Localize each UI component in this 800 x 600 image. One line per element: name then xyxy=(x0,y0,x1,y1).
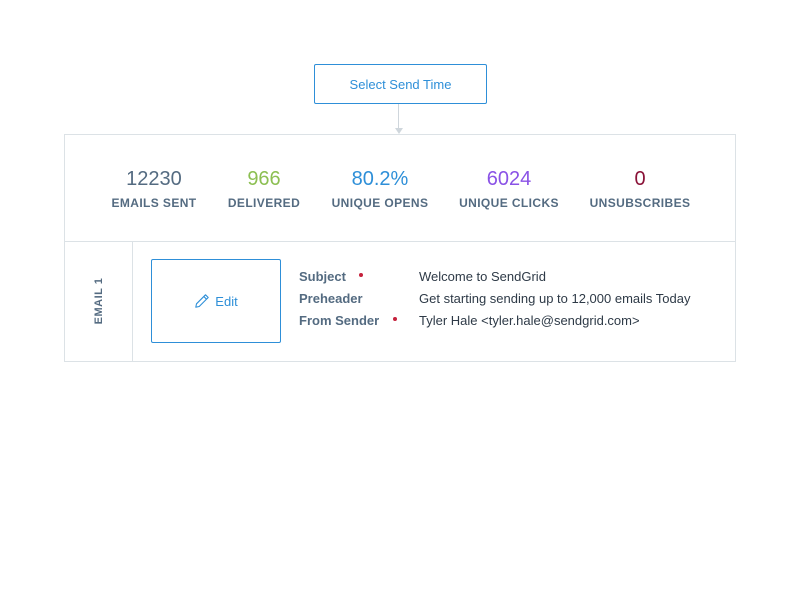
stat-value: 6024 xyxy=(486,168,532,190)
required-indicator xyxy=(359,273,363,277)
edit-email-button[interactable]: Edit xyxy=(151,259,281,343)
email-tab-label: EMAIL 1 xyxy=(93,277,105,325)
stat-value: 12230 xyxy=(126,168,182,190)
required-indicator xyxy=(393,317,397,321)
field-value: Tyler Hale <tyler.hale@sendgrid.com> xyxy=(419,313,640,328)
stat-unique-clicks: 6024 UNIQUE CLICKS xyxy=(459,167,559,210)
pencil-icon xyxy=(195,294,210,308)
stat-label: UNIQUE OPENS xyxy=(331,196,429,210)
select-send-time-button[interactable]: Select Send Time xyxy=(314,64,487,104)
stat-emails-sent: 12230 EMAILS SENT xyxy=(111,167,196,210)
page: Select Send Time 12230 EMAILS SENT 966 D… xyxy=(0,0,800,600)
stat-value: 966 xyxy=(247,168,281,190)
stat-label: DELIVERED xyxy=(227,196,301,210)
field-label: Preheader xyxy=(299,291,363,306)
stat-label: EMAILS SENT xyxy=(111,196,197,210)
stat-unique-opens: 80.2% UNIQUE OPENS xyxy=(332,167,429,210)
field-value: Welcome to SendGrid xyxy=(419,269,546,284)
stat-label: UNIQUE CLICKS xyxy=(459,196,559,210)
stat-label: UNSUBSCRIBES xyxy=(589,196,691,210)
field-label: Subject xyxy=(299,269,346,284)
stats-row: 12230 EMAILS SENT 966 DELIVERED 80.2% UN… xyxy=(65,135,735,242)
field-value: Get starting sending up to 12,000 emails… xyxy=(419,291,691,306)
stat-unsubscribes: 0 UNSUBSCRIBES xyxy=(590,167,691,210)
stat-delivered: 966 DELIVERED xyxy=(228,167,300,210)
edit-label: Edit xyxy=(215,293,238,309)
connector-line xyxy=(398,104,399,128)
stat-value: 0 xyxy=(634,168,646,190)
stat-value: 80.2% xyxy=(351,168,409,190)
email-tab: EMAIL 1 xyxy=(65,241,133,361)
field-label: From Sender xyxy=(299,313,380,328)
email-row: EMAIL 1 Edit Subject Welcome to SendGrid… xyxy=(65,241,735,361)
email-stats-card: 12230 EMAILS SENT 966 DELIVERED 80.2% UN… xyxy=(64,134,736,362)
